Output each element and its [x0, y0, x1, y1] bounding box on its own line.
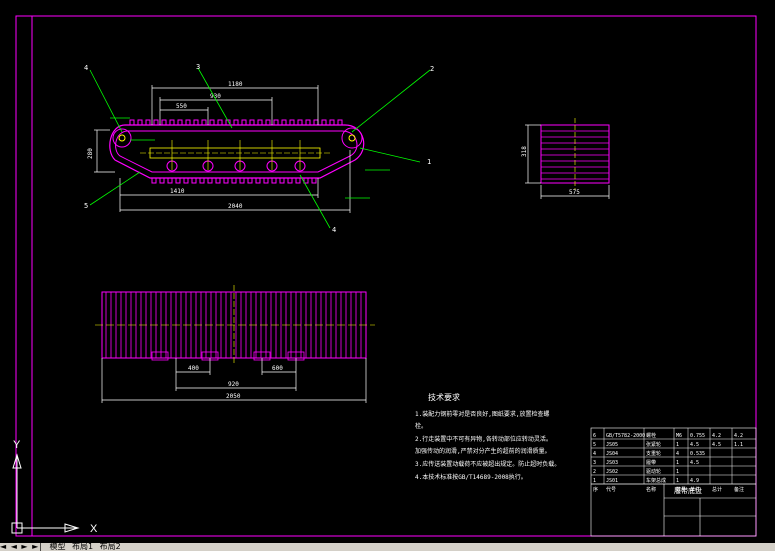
note-line-3: 2.行走装置中不可有异物,各转动部位应转动灵活。: [415, 435, 552, 443]
front-dimensions: [94, 85, 351, 213]
title-block-cell: 4.9: [690, 478, 699, 484]
title-block-cell: 4.5: [712, 442, 721, 448]
dim-side-width: 575: [569, 189, 580, 196]
title-block-header: 总计: [712, 486, 722, 493]
title-block-cell: 张紧轮: [646, 441, 661, 448]
title-block-cell: 4.2: [712, 433, 721, 439]
tab-layout1[interactable]: 布局1: [72, 542, 93, 551]
title-block-cell: 0.535: [690, 451, 705, 457]
callout-right-low: 1: [427, 158, 431, 166]
tab-nav-arrows[interactable]: ◄ ◄ ► ►|: [0, 542, 43, 551]
ucs-y-label: Y: [13, 439, 21, 451]
callout-bottom-left: 5: [84, 202, 88, 210]
callout-top-middle: 3: [196, 63, 200, 71]
note-line-6: 4.本技术标准按GB/T14689-2008执行。: [415, 473, 527, 481]
tab-layout2[interactable]: 布局2: [100, 542, 121, 551]
dim-overall-bottom: 2040: [228, 203, 243, 210]
side-view: 318 575: [521, 118, 610, 199]
outer-frame: [15, 15, 757, 537]
title-block-header: 序: [593, 486, 598, 493]
dim-height-left: 280: [87, 148, 94, 159]
title-block-cell: 驱动轮: [646, 468, 661, 475]
title-block-cell: 4: [676, 451, 679, 457]
note-line-2: 栓。: [415, 422, 427, 430]
dim-lower-a: 1410: [170, 188, 185, 195]
title-block-cell: 螺栓: [646, 432, 656, 439]
title-block-cell: JS04: [606, 451, 618, 457]
callout-numbers: 4 3 2 1 5 4: [84, 63, 434, 234]
title-block-header: 备注: [734, 486, 744, 493]
title-block-cell: JS02: [606, 469, 618, 475]
dim-plan-left: 400: [188, 365, 199, 372]
callout-bottom-mid: 4: [332, 226, 336, 234]
callout-top-right: 2: [430, 65, 434, 73]
dim-plan-mid: 920: [228, 381, 239, 388]
dim-overall-top: 1180: [228, 81, 243, 88]
ucs-x-label: X: [90, 523, 98, 535]
title-block-cell: 5: [593, 442, 596, 448]
title-block-cell: 履带: [646, 460, 656, 466]
ucs-icon: Y X: [11, 439, 98, 535]
title-block-cell: 0.755: [690, 433, 705, 439]
title-block-cell: M6: [676, 433, 682, 439]
title-block-cell: 支重轮: [646, 450, 661, 457]
callout-top-left: 4: [84, 64, 88, 72]
title-block-cell: JS03: [606, 460, 618, 466]
title-block-cell: 4.2: [734, 433, 743, 439]
notes-title: 技术要求: [428, 392, 460, 402]
title-block-cell: 1: [676, 478, 679, 484]
tab-model[interactable]: 模型: [49, 542, 65, 551]
technical-notes: 技术要求 1.装配力钢前零对是否良好,图纸要求,放置检查螺 栓。 2.行走装置中…: [415, 392, 560, 481]
title-block-cell: 1: [593, 478, 596, 484]
title-block-cell: 1.1: [734, 442, 743, 448]
note-line-4: 加强传动的润滑,严禁对分产生的超前的润滑质量。: [415, 447, 551, 455]
title-block-header: 代号: [606, 486, 616, 493]
dim-plan-total: 2050: [226, 393, 241, 400]
layout-tab-bar: ◄ ◄ ► ►| 模型 布局1 布局2: [0, 543, 775, 551]
title-block-cell: JS05: [606, 442, 618, 448]
title-block-cell: 4.5: [690, 460, 699, 466]
drawing-canvas[interactable]: 1180 930 550 1410 2040 280 4 3 2 1 5 4 3…: [0, 0, 775, 543]
drawing-name: 履带底盘: [674, 486, 702, 495]
dim-plan-right: 600: [272, 365, 283, 372]
dim-spacing-b: 550: [176, 103, 187, 110]
title-block-cell: 4: [593, 451, 596, 457]
title-block-cell: 1: [676, 469, 679, 475]
title-block-cell: 1: [676, 460, 679, 466]
title-block-cell: 6: [593, 433, 596, 439]
title-block-cell: 2: [593, 469, 596, 475]
title-block-header: 名称: [646, 486, 656, 493]
inner-frame: [31, 15, 757, 537]
dim-side-height: 318: [521, 146, 528, 157]
front-view: [109, 119, 365, 184]
title-block-cell: 1: [676, 442, 679, 448]
title-block: 6 GB/T5782-2000 螺栓 M6 0.755 4.2 4.2 5 JS05 张紧轮 1 4.…: [590, 427, 757, 537]
title-block-cell: GB/T5782-2000: [606, 433, 645, 439]
title-block-cell: 车架总成: [646, 477, 666, 484]
title-block-cell: 4.5: [690, 442, 699, 448]
plan-view: 400 600 920 2050: [95, 285, 375, 403]
note-line-5: 3.应传送装置动载荷不应被超出规定。防止超时负载。: [415, 460, 560, 468]
title-block-cell: JS01: [606, 478, 618, 484]
note-line-1: 1.装配力钢前零对是否良好,图纸要求,放置检查螺: [415, 410, 549, 418]
title-block-cell: 3: [593, 460, 596, 466]
